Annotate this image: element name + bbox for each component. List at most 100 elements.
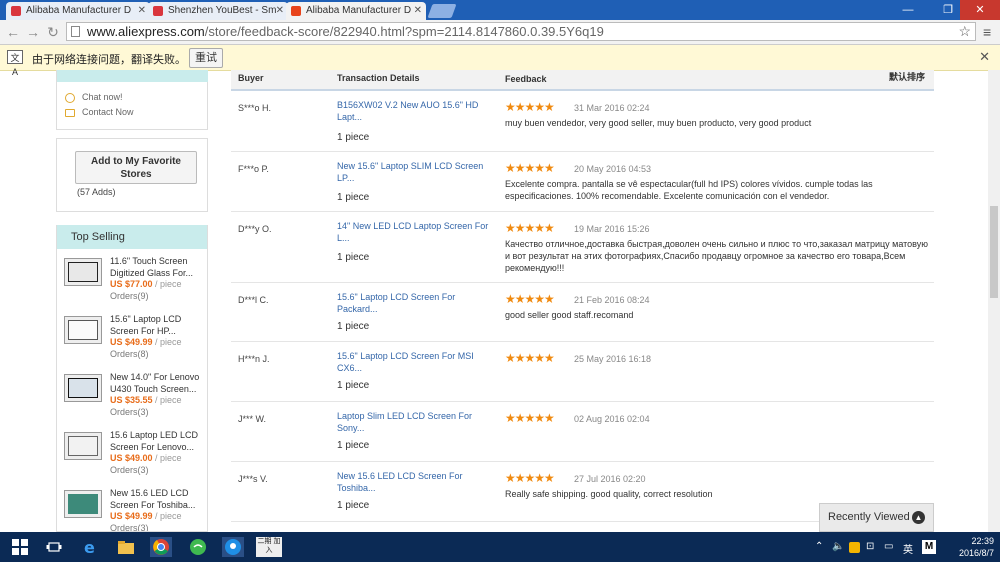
- favorite-count: (57 Adds): [77, 187, 116, 197]
- system-clock[interactable]: 22:39 2016/8/7: [959, 535, 994, 559]
- feedback-row: S***o H. B156XW02 V.2 New AUO 15.6" HD L…: [231, 91, 934, 152]
- translate-message: 由于网络连接问题，翻译失败。: [32, 54, 186, 66]
- product-thumbnail[interactable]: [64, 258, 102, 286]
- chrome-icon[interactable]: [150, 537, 172, 557]
- browser-tab-2[interactable]: Shenzhen YouBest - Sm ✕: [148, 2, 288, 20]
- top-selling-item[interactable]: 15.6" Laptop LCD Screen For HP... US $49…: [64, 313, 207, 369]
- recently-viewed-button[interactable]: Recently Viewed ▲: [819, 503, 934, 532]
- quantity: 1 piece: [337, 192, 370, 203]
- volume-icon[interactable]: 🔈: [832, 541, 844, 552]
- feedback-row: F***o P. New 15.6" Laptop SLIM LCD Scree…: [231, 152, 934, 212]
- sort-dropdown[interactable]: 默认排序: [889, 70, 925, 83]
- tab-close-icon[interactable]: ✕: [414, 2, 422, 20]
- tab-close-icon[interactable]: ✕: [138, 2, 146, 20]
- chat-now-link[interactable]: Chat now!: [65, 92, 123, 103]
- rating-stars: ★★★★★: [505, 471, 555, 485]
- product-thumbnail[interactable]: [64, 432, 102, 460]
- page-scrollbar[interactable]: [988, 70, 1000, 532]
- feedback-date: 20 May 2016 04:53: [574, 164, 652, 174]
- retry-button[interactable]: 重试: [189, 48, 223, 68]
- product-orders: Orders(3): [110, 523, 149, 532]
- notification-icon[interactable]: ▭: [884, 541, 893, 552]
- task-view-icon[interactable]: [44, 537, 64, 557]
- contact-label: Contact Now: [82, 107, 134, 117]
- product-link[interactable]: New 15.6" Laptop SLIM LCD Screen LP...: [337, 160, 492, 184]
- top-selling-item[interactable]: New 14.0" For Lenovo U430 Touch Screen..…: [64, 371, 207, 427]
- browser-toolbar: ← → ↻ www.aliexpress.com/store/feedback-…: [0, 20, 1000, 45]
- product-price: US $49.99 / piece: [110, 337, 182, 347]
- ime-mode-icon[interactable]: M: [922, 540, 936, 554]
- product-title[interactable]: 15.6" Laptop LCD Screen For HP...: [110, 313, 206, 337]
- browser-tab-strip: Alibaba Manufacturer D ✕ Shenzhen YouBes…: [0, 0, 1000, 20]
- app-green-icon[interactable]: [188, 537, 208, 557]
- add-to-favorites-button[interactable]: Add to My Favorite Stores: [75, 151, 197, 184]
- product-title[interactable]: New 14.0" For Lenovo U430 Touch Screen..…: [110, 371, 206, 395]
- product-link[interactable]: Laptop Slim LED LCD Screen For Sony...: [337, 410, 492, 434]
- top-selling-panel: Top Selling 11.6" Touch Screen Digitized…: [56, 225, 208, 532]
- feedback-comment: good seller good staff.recomand: [505, 310, 634, 320]
- product-price: US $77.00 / piece: [110, 279, 182, 289]
- back-arrow-icon[interactable]: ←: [4, 23, 22, 41]
- top-selling-item[interactable]: 11.6" Touch Screen Digitized Glass For..…: [64, 255, 207, 311]
- input-language-indicator[interactable]: 英: [903, 541, 913, 556]
- scrollbar-thumb[interactable]: [990, 206, 998, 298]
- url-path: /store/feedback-score/822940.html?spm=21…: [204, 24, 604, 39]
- bookmark-star-icon[interactable]: ☆: [958, 23, 971, 40]
- product-title[interactable]: New 15.6 LED LCD Screen For Toshiba...: [110, 487, 206, 511]
- close-icon[interactable]: ✕: [979, 49, 990, 65]
- feedback-table-header: Buyer Transaction Details Feedback 默认排序: [231, 70, 934, 91]
- top-selling-title: Top Selling: [57, 225, 207, 249]
- top-selling-item[interactable]: New 15.6 LED LCD Screen For Toshiba... U…: [64, 487, 207, 532]
- product-title[interactable]: 11.6" Touch Screen Digitized Glass For..…: [110, 255, 206, 279]
- edge-browser-icon[interactable]: e: [80, 537, 100, 557]
- translate-infobar: 文A 由于网络连接问题，翻译失败。 重试 ✕: [0, 45, 1000, 77]
- app-doc-icon[interactable]: 二期 加入: [256, 537, 282, 557]
- product-link[interactable]: New 15.6 LED LCD Screen For Toshiba...: [337, 470, 492, 494]
- feedback-comment: Качество отличное,доставка быстрая,довол…: [505, 239, 929, 273]
- tab-title: Alibaba Manufacturer D: [306, 5, 412, 16]
- menu-icon[interactable]: ≡: [983, 24, 991, 40]
- favorite-store-box: Add to My Favorite Stores (57 Adds): [56, 138, 208, 212]
- network-icon[interactable]: ⊡: [866, 541, 874, 552]
- product-price: US $49.99 / piece: [110, 511, 182, 521]
- store-favicon-icon: [153, 6, 163, 16]
- product-link[interactable]: 14" New LED LCD Laptop Screen For L...: [337, 220, 492, 244]
- feedback-row: H***n J. 15.6" Laptop LCD Screen For MSI…: [231, 342, 934, 402]
- product-link[interactable]: B156XW02 V.2 New AUO 15.6" HD Lapt...: [337, 99, 492, 123]
- contact-header: [57, 70, 208, 82]
- browser-tab-3[interactable]: Alibaba Manufacturer D ✕: [286, 2, 426, 20]
- tab-title: Alibaba Manufacturer D: [26, 5, 132, 16]
- browser-tab-1[interactable]: Alibaba Manufacturer D ✕: [6, 2, 150, 20]
- address-bar[interactable]: www.aliexpress.com/store/feedback-score/…: [66, 22, 976, 41]
- svg-text:e: e: [84, 538, 95, 556]
- product-orders: Orders(8): [110, 349, 149, 359]
- product-link[interactable]: 15.6" Laptop LCD Screen For Packard...: [337, 291, 492, 315]
- header-transaction: Transaction Details: [337, 73, 420, 83]
- feedback-comment: muy buen vendedor, very good seller, muy…: [505, 118, 812, 128]
- product-link[interactable]: 15.6" Laptop LCD Screen For MSI CX6...: [337, 350, 492, 374]
- minimize-button[interactable]: —: [888, 0, 928, 20]
- product-orders: Orders(3): [110, 465, 149, 475]
- reload-icon[interactable]: ↻: [44, 23, 62, 41]
- windows-start-icon[interactable]: [10, 537, 30, 557]
- product-price: US $35.55 / piece: [110, 395, 182, 405]
- header-feedback: Feedback: [505, 74, 547, 84]
- product-title[interactable]: 15.6 Laptop LED LCD Screen For Lenovo...: [110, 429, 206, 453]
- new-tab-button[interactable]: [427, 4, 457, 18]
- contact-now-link[interactable]: Contact Now: [65, 107, 134, 117]
- url-text[interactable]: www.aliexpress.com/store/feedback-score/…: [87, 24, 604, 39]
- product-orders: Orders(3): [110, 407, 149, 417]
- close-window-button[interactable]: ✕: [960, 0, 1000, 20]
- tray-app-icon[interactable]: [849, 542, 860, 553]
- chevron-up-icon[interactable]: ⌃: [815, 541, 823, 552]
- rating-stars: ★★★★★: [505, 221, 555, 235]
- file-explorer-icon[interactable]: [116, 537, 136, 557]
- chevron-up-icon: ▲: [912, 511, 925, 524]
- tab-close-icon[interactable]: ✕: [276, 2, 284, 20]
- product-thumbnail[interactable]: [64, 374, 102, 402]
- app-blue-icon[interactable]: [222, 537, 244, 557]
- forward-arrow-icon[interactable]: →: [24, 23, 42, 41]
- product-thumbnail[interactable]: [64, 490, 102, 518]
- top-selling-item[interactable]: 15.6 Laptop LED LCD Screen For Lenovo...…: [64, 429, 207, 485]
- product-thumbnail[interactable]: [64, 316, 102, 344]
